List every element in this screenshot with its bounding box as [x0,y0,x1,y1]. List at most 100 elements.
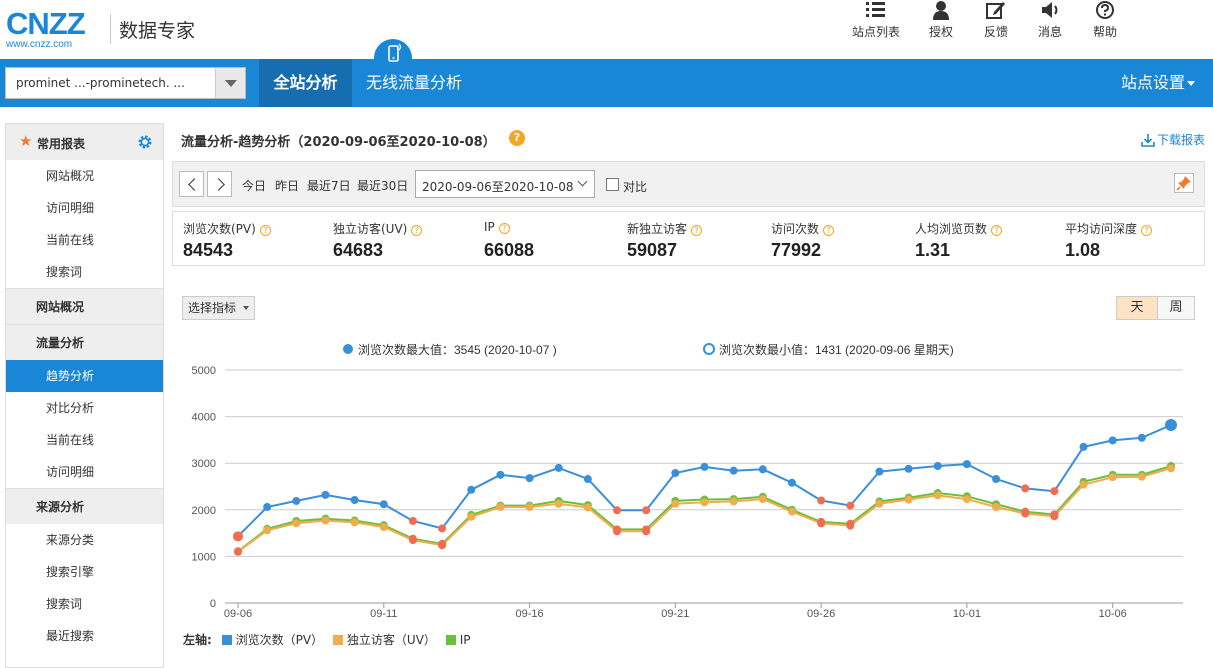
site-selector[interactable]: prominet ...-prominetech. ... [5,67,246,99]
metric-value: 66088 [484,240,535,260]
question-icon[interactable]: ? [411,225,423,236]
prev-period-button[interactable] [179,171,204,197]
data-point [904,495,913,504]
sidebar-item-source-type[interactable]: 来源分类 [6,524,163,556]
y-tick-label: 3000 [192,458,216,470]
pin-button[interactable] [1174,173,1194,193]
data-point [263,503,272,512]
tool-messages[interactable]: 消息 [1020,0,1080,38]
data-point [525,503,534,512]
tool-help[interactable]: 帮助 [1075,0,1135,38]
sidebar-item-trend[interactable]: 趋势分析 [6,360,163,392]
chart-legend: 左轴: 浏览次数（PV） 独立访客（UV） IP [183,631,471,648]
select-metric-dropdown[interactable]: 选择指标 [182,296,255,320]
data-point [321,490,330,499]
sidebar-item-search-engine[interactable]: 搜索引擎 [6,556,163,588]
data-point [992,475,1001,484]
date-range-picker[interactable]: 2020-09-06至2020-10-08 [415,170,595,198]
list-icon [866,2,885,17]
data-point [787,478,796,487]
sidebar-item-recent-search[interactable]: 最近搜索 [6,620,163,652]
toggle-day[interactable]: 天 [1117,297,1157,319]
sidebar-item-compare[interactable]: 对比分析 [6,392,163,424]
tab-site-analysis[interactable]: 全站分析 [259,59,352,107]
legend-ip[interactable]: IP [460,633,471,647]
sidebar-item-visits[interactable]: 访问明细 [6,456,163,488]
sidebar: ★ 常用报表 网站概况 访问明细 当前在线 搜索词 网站概况 流量分析 趋势分析… [5,123,164,668]
star-icon: ★ [19,132,33,150]
sidebar-item-keywords[interactable]: 搜索词 [6,588,163,620]
sidebar-item-overview[interactable]: 网站概况 [6,160,163,192]
sidebar-item-search-words[interactable]: 搜索词 [6,256,163,288]
question-icon[interactable]: ? [991,225,1003,236]
question-icon[interactable]: ? [498,223,510,234]
tool-authorize[interactable]: 授权 [911,0,971,38]
chevron-down-icon[interactable] [215,68,245,98]
logo-text: CNZZ [6,6,86,41]
next-period-button[interactable] [207,171,232,197]
tool-label: 消息 [1037,25,1062,39]
date-range-value: 2020-09-06至2020-10-08 [422,180,574,194]
data-point [263,526,272,535]
data-point [350,496,359,505]
cnzz-logo[interactable]: CNZZ www.cnzz.com [6,6,86,50]
data-point [1108,473,1117,482]
gear-icon[interactable] [137,134,153,150]
data-point [758,465,767,474]
sidebar-group-overview[interactable]: 网站概况 [6,288,163,324]
sidebar-item-online-now[interactable]: 当前在线 [6,424,163,456]
question-icon[interactable]: ? [259,225,271,236]
data-point [904,464,913,473]
data-point [292,519,301,528]
tool-label: 帮助 [1092,25,1117,39]
data-point [321,516,330,525]
question-icon[interactable]: ? [823,225,835,236]
quick-last-30-days[interactable]: 最近30日 [357,177,408,194]
question-icon[interactable]: ? [1141,225,1153,236]
metrics-summary: 浏览次数(PV)? 84543 独立访客(UV)? 64683 IP? 6608… [172,211,1205,266]
data-point [1137,472,1146,481]
logo-divider [110,14,111,44]
data-point [700,498,709,507]
question-icon[interactable]: ? [509,130,525,146]
site-settings-label: 站点设置 [1120,73,1185,92]
legend-pv[interactable]: 浏览次数（PV） [236,633,323,647]
metric-label: 平均访问深度 [1065,222,1138,236]
quick-yesterday[interactable]: 昨日 [275,177,299,194]
compare-checkbox[interactable] [606,178,619,191]
quick-today[interactable]: 今日 [242,177,266,194]
data-point [467,512,476,521]
data-point [787,507,796,516]
legend-swatch-pv [221,635,232,645]
question-icon[interactable]: ? [691,225,703,236]
mobile-tab-bubble[interactable] [374,39,412,67]
toggle-week[interactable]: 周 [1157,297,1194,319]
sidebar-item-visit-detail[interactable]: 访问明细 [6,192,163,224]
data-point [962,460,971,469]
download-label: 下载报表 [1156,133,1205,147]
top-header: CNZZ www.cnzz.com 数据专家 站点列表 授权 反馈 消息 帮助 [0,0,1213,59]
quick-last-7-days[interactable]: 最近7日 [307,177,351,194]
site-selector-value: prominet ...-prominetech. ... [16,76,185,90]
caret-down-icon [1187,81,1195,86]
sidebar-group-source[interactable]: 来源分析 [6,488,163,524]
compare-label[interactable]: 对比 [623,178,647,195]
data-point [613,527,622,536]
sidebar-group-traffic[interactable]: 流量分析 [6,324,163,360]
site-settings-menu[interactable]: 站点设置 [1120,59,1195,107]
legend-uv[interactable]: 独立访客（UV） [347,633,436,647]
metric-label: 独立访客(UV) [333,222,408,236]
data-point [875,499,884,508]
data-point [438,524,447,533]
chevron-down-icon [577,176,588,187]
edit-icon [986,2,1005,19]
tool-feedback[interactable]: 反馈 [966,0,1026,38]
data-point [613,506,622,515]
page-title: 流量分析-趋势分析（2020-09-06至2020-10-08） [181,135,496,150]
data-point [496,470,505,479]
sidebar-item-online[interactable]: 当前在线 [6,224,163,256]
tool-site-list[interactable]: 站点列表 [846,0,906,38]
metric-value: 77992 [771,240,822,260]
download-report-link[interactable]: 下载报表 [1141,131,1205,148]
data-point [496,503,505,512]
